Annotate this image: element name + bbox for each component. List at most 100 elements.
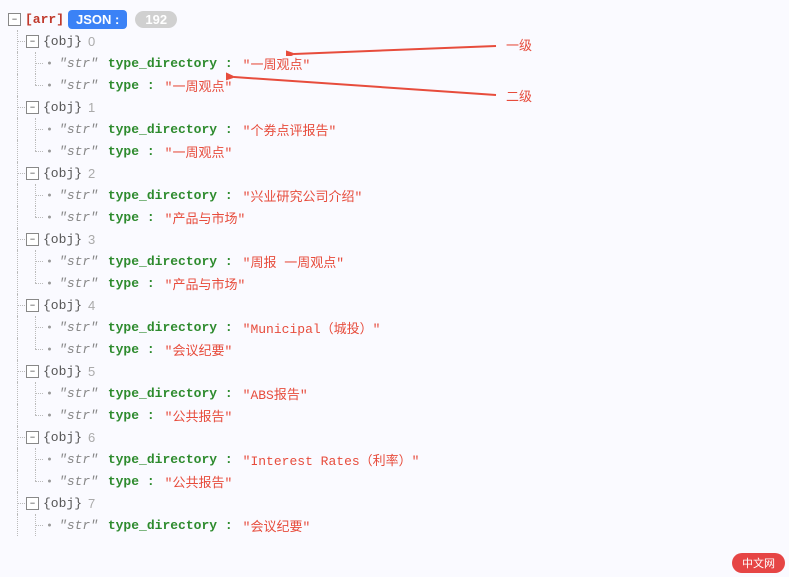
collapse-toggle[interactable]: − [26, 35, 39, 48]
property-value: "产品与市场" [165, 208, 246, 227]
property-value: "公共报告" [165, 406, 233, 425]
array-index: 1 [88, 100, 95, 115]
object-tag: {obj} [43, 166, 82, 181]
property-node: ● "str" type_directory : "周报 一周观点" [8, 250, 789, 272]
object-node: − {obj} 7 [8, 492, 789, 514]
object-tag: {obj} [43, 232, 82, 247]
object-node: − {obj} 6 [8, 426, 789, 448]
string-tag: "str" [59, 78, 98, 93]
array-index: 7 [88, 496, 95, 511]
leaf-bullet-icon: ● [44, 412, 55, 419]
property-value: "ABS报告" [243, 384, 308, 403]
count-badge: 192 [135, 11, 177, 28]
leaf-bullet-icon: ● [44, 280, 55, 287]
property-node: ● "str" type_directory : "兴业研究公司介绍" [8, 184, 789, 206]
property-value: "周报 一周观点" [243, 252, 344, 271]
object-node: − {obj} 0 [8, 30, 789, 52]
object-node: − {obj} 5 [8, 360, 789, 382]
property-key: type : [100, 144, 155, 159]
json-tree-root: − [arr] JSON : 192 − {obj} 0 ● "str" typ… [8, 8, 789, 536]
collapse-toggle[interactable]: − [26, 167, 39, 180]
leaf-bullet-icon: ● [44, 456, 55, 463]
property-value: "一周观点" [243, 54, 311, 73]
property-value: "会议纪要" [243, 516, 311, 535]
array-index: 0 [88, 34, 95, 49]
property-key: type : [100, 210, 155, 225]
array-index: 6 [88, 430, 95, 445]
json-badge: JSON : [68, 10, 127, 29]
property-key: type_directory : [100, 518, 233, 533]
annotation-level2: 二级 [506, 86, 532, 105]
object-tag: {obj} [43, 430, 82, 445]
array-index: 3 [88, 232, 95, 247]
property-key: type_directory : [100, 56, 233, 71]
property-value: "Municipal（城投）" [243, 318, 381, 337]
leaf-bullet-icon: ● [44, 60, 55, 67]
property-value: "一周观点" [165, 142, 233, 161]
string-tag: "str" [59, 276, 98, 291]
string-tag: "str" [59, 452, 98, 467]
property-node: ● "str" type : "产品与市场" [8, 272, 789, 294]
property-key: type_directory : [100, 254, 233, 269]
collapse-toggle[interactable]: − [26, 497, 39, 510]
root-node: − [arr] JSON : 192 [8, 8, 789, 30]
object-node: − {obj} 4 [8, 294, 789, 316]
property-value: "一周观点" [165, 76, 233, 95]
string-tag: "str" [59, 408, 98, 423]
leaf-bullet-icon: ● [44, 258, 55, 265]
property-node: ● "str" type_directory : "ABS报告" [8, 382, 789, 404]
property-node: ● "str" type : "一周观点" [8, 74, 789, 96]
property-key: type : [100, 276, 155, 291]
leaf-bullet-icon: ● [44, 390, 55, 397]
collapse-toggle[interactable]: − [26, 233, 39, 246]
leaf-bullet-icon: ● [44, 214, 55, 221]
collapse-toggle[interactable]: − [26, 299, 39, 312]
property-value: "Interest Rates（利率）" [243, 450, 420, 469]
leaf-bullet-icon: ● [44, 478, 55, 485]
leaf-bullet-icon: ● [44, 82, 55, 89]
leaf-bullet-icon: ● [44, 324, 55, 331]
property-node: ● "str" type_directory : "一周观点" [8, 52, 789, 74]
property-node: ● "str" type : "公共报告" [8, 470, 789, 492]
leaf-bullet-icon: ● [44, 126, 55, 133]
property-node: ● "str" type_directory : "Municipal（城投）" [8, 316, 789, 338]
property-value: "兴业研究公司介绍" [243, 186, 363, 205]
object-tag: {obj} [43, 34, 82, 49]
collapse-toggle[interactable]: − [8, 13, 21, 26]
object-tag: {obj} [43, 100, 82, 115]
string-tag: "str" [59, 320, 98, 335]
collapse-toggle[interactable]: − [26, 431, 39, 444]
string-tag: "str" [59, 188, 98, 203]
property-value: "公共报告" [165, 472, 233, 491]
array-index: 4 [88, 298, 95, 313]
property-key: type_directory : [100, 452, 233, 467]
collapse-toggle[interactable]: − [26, 365, 39, 378]
string-tag: "str" [59, 342, 98, 357]
property-key: type : [100, 408, 155, 423]
leaf-bullet-icon: ● [44, 522, 55, 529]
string-tag: "str" [59, 144, 98, 159]
property-node: ● "str" type_directory : "个券点评报告" [8, 118, 789, 140]
object-node: − {obj} 1 [8, 96, 789, 118]
property-value: "产品与市场" [165, 274, 246, 293]
leaf-bullet-icon: ● [44, 346, 55, 353]
property-node: ● "str" type_directory : "Interest Rates… [8, 448, 789, 470]
property-node: ● "str" type : "产品与市场" [8, 206, 789, 228]
property-key: type : [100, 474, 155, 489]
collapse-toggle[interactable]: − [26, 101, 39, 114]
property-key: type_directory : [100, 122, 233, 137]
object-tag: {obj} [43, 298, 82, 313]
array-index: 5 [88, 364, 95, 379]
property-value: "会议纪要" [165, 340, 233, 359]
string-tag: "str" [59, 56, 98, 71]
property-key: type : [100, 78, 155, 93]
array-index: 2 [88, 166, 95, 181]
object-node: − {obj} 2 [8, 162, 789, 184]
string-tag: "str" [59, 254, 98, 269]
site-logo-badge: 中文网 [732, 553, 785, 573]
string-tag: "str" [59, 210, 98, 225]
object-tag: {obj} [43, 364, 82, 379]
property-key: type_directory : [100, 188, 233, 203]
string-tag: "str" [59, 386, 98, 401]
object-node: − {obj} 3 [8, 228, 789, 250]
